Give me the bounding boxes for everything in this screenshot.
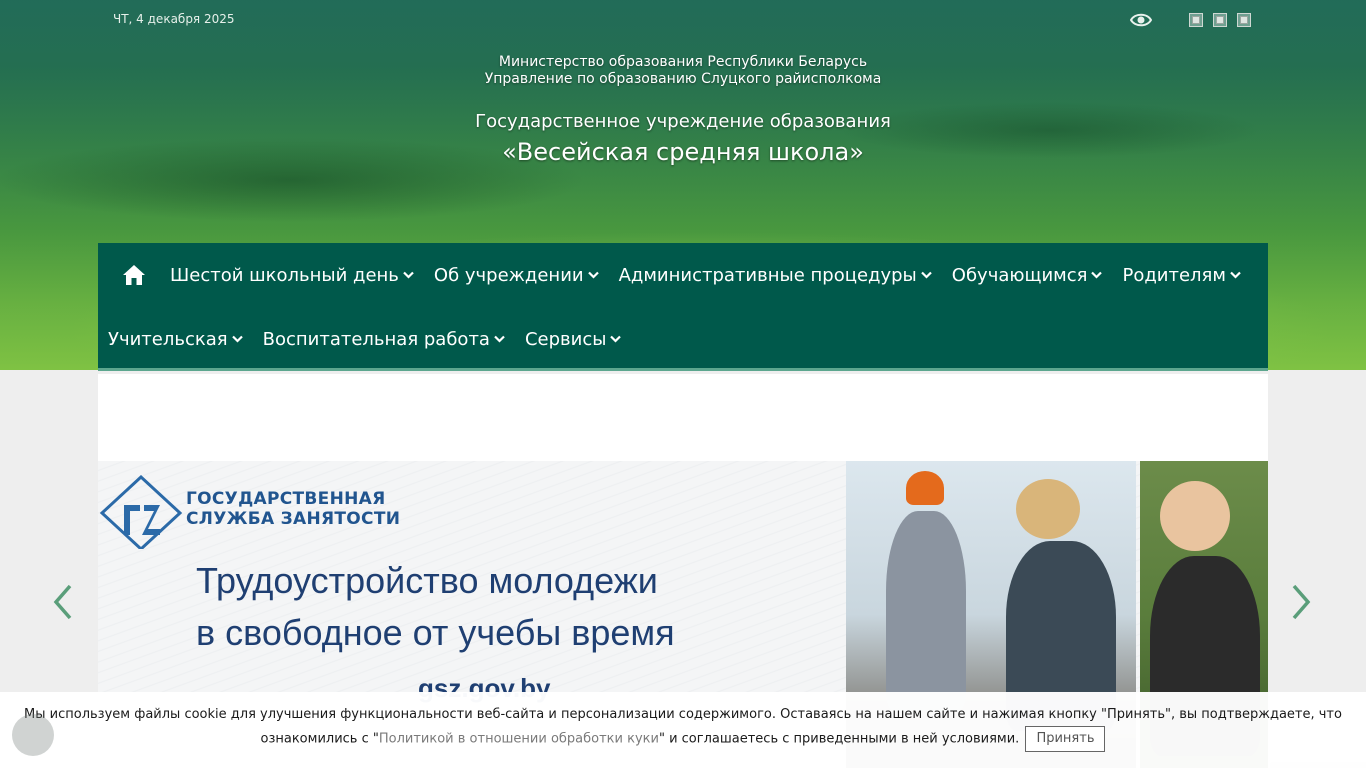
department-title: Управление по образованию Слуцкого райис…	[484, 71, 882, 87]
waitress-head	[1160, 481, 1230, 551]
ministry-title: Министерство образования Республики Бела…	[498, 54, 868, 70]
home-icon[interactable]	[122, 264, 146, 286]
woman-hat	[1016, 479, 1080, 539]
school-name[interactable]: «Весейская средняя школа»	[0, 137, 1366, 167]
nav-item-admin-procedures[interactable]: Административные процедуры	[619, 265, 932, 286]
current-date: ЧТ, 4 декабря 2025	[113, 12, 235, 26]
cookie-text-end: " и соглашаетесь с приведенными в ней ус…	[658, 731, 1020, 747]
slider-next-arrow-icon[interactable]	[1288, 582, 1314, 622]
cookie-banner: Мы используем файлы cookie для улучшения…	[0, 692, 1366, 768]
eye-icon[interactable]	[1130, 12, 1152, 28]
nav-item-sixth-school-day[interactable]: Шестой школьный день	[170, 265, 414, 286]
chat-widget-icon[interactable]	[12, 714, 54, 756]
nav-item-about[interactable]: Об учреждении	[434, 265, 599, 286]
chevron-down-icon	[610, 335, 622, 343]
nav-item-upbringing[interactable]: Воспитательная работа	[263, 329, 505, 350]
site-titles: Министерство образования Республики Бела…	[0, 54, 1366, 167]
nav-row-2: Учительская Воспитательная работа Сервис…	[98, 307, 641, 371]
flag-icon[interactable]	[1213, 13, 1227, 27]
flag-icon[interactable]	[1189, 13, 1203, 27]
worker-figure	[886, 511, 966, 711]
banner-title: Трудоустройство молодежи в свободное от …	[196, 560, 675, 653]
nav-row-1: Шестой школьный день Об учреждении Админ…	[98, 243, 1261, 307]
slider-prev-arrow-icon[interactable]	[50, 582, 76, 622]
chevron-down-icon	[587, 271, 599, 279]
nav-item-services[interactable]: Сервисы	[525, 329, 622, 350]
chevron-down-icon	[1230, 271, 1241, 279]
chevron-down-icon	[403, 271, 414, 279]
main-navigation: Шестой школьный день Об учреждении Админ…	[98, 243, 1268, 371]
nav-item-teachers[interactable]: Учительская	[108, 329, 243, 350]
nav-item-students[interactable]: Обучающимся	[952, 265, 1103, 286]
chevron-down-icon	[494, 335, 505, 343]
chevron-down-icon	[1091, 271, 1103, 279]
worker-helmet	[906, 471, 944, 505]
cookie-policy-link[interactable]: Политикой в отношении обработки куки	[379, 732, 659, 747]
gsz-logo	[99, 475, 183, 549]
org-type-title: Государственное учреждение образования	[475, 111, 891, 132]
agency-name: ГОСУДАРСТВЕННАЯ СЛУЖБА ЗАНЯТОСТИ	[186, 489, 401, 529]
nav-item-parents[interactable]: Родителям	[1122, 265, 1241, 286]
chevron-down-icon	[231, 335, 243, 343]
accept-cookies-button[interactable]: Принять	[1025, 726, 1106, 752]
chevron-down-icon	[921, 271, 932, 279]
flag-icon[interactable]	[1237, 13, 1251, 27]
